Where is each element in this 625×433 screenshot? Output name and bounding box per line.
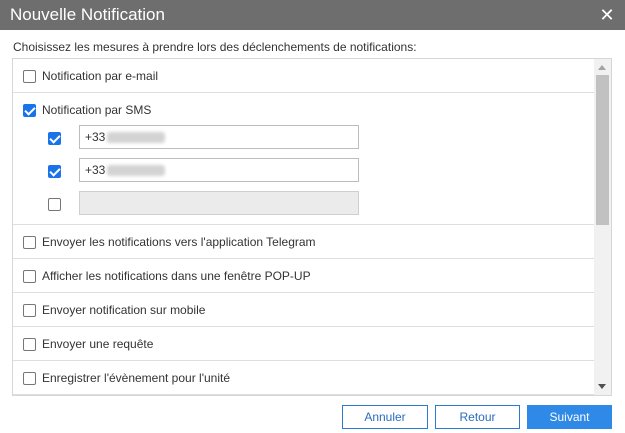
telegram-checkbox[interactable] <box>23 236 36 249</box>
vertical-scrollbar[interactable] <box>594 59 611 395</box>
phone-field-empty[interactable] <box>79 191 359 215</box>
sms-checkbox[interactable] <box>23 104 36 117</box>
mobile-checkbox[interactable] <box>23 304 36 317</box>
email-checkbox[interactable] <box>23 70 36 83</box>
scrollbar-thumb[interactable] <box>596 75 609 225</box>
options-list: Notification par e-mail Notification par… <box>13 59 595 395</box>
cancel-button[interactable]: Annuler <box>342 405 428 429</box>
request-checkbox[interactable] <box>23 338 36 351</box>
back-button[interactable]: Retour <box>435 405 520 429</box>
next-button[interactable]: Suivant <box>527 405 612 429</box>
option-mobile[interactable]: Envoyer notification sur mobile <box>13 293 595 327</box>
redacted-number <box>107 132 166 144</box>
phone-field[interactable]: +33 <box>79 125 359 149</box>
phone-field[interactable]: +33 <box>79 158 359 182</box>
scroll-down-arrow-icon[interactable] <box>598 384 606 389</box>
phone-checkbox[interactable] <box>48 132 61 145</box>
event-label: Enregistrer l'évènement pour l'unité <box>42 371 231 385</box>
option-telegram[interactable]: Envoyer les notifications vers l'applica… <box>13 225 595 259</box>
phone-value: +33 <box>85 130 106 144</box>
phone-value: +33 <box>85 163 106 177</box>
intro-text: Choisissez les mesures à prendre lors de… <box>13 40 417 54</box>
redacted-number <box>107 165 166 177</box>
sms-phone-row: +33 <box>13 125 595 151</box>
close-icon[interactable]: ✕ <box>597 5 617 25</box>
option-request[interactable]: Envoyer une requête <box>13 327 595 361</box>
option-sms[interactable]: Notification par SMS +33 +33 <box>13 93 595 225</box>
option-event[interactable]: Enregistrer l'évènement pour l'unité <box>13 361 595 395</box>
scroll-up-arrow-icon[interactable] <box>598 65 606 70</box>
option-popup[interactable]: Afficher les notifications dans une fenê… <box>13 259 595 293</box>
dialog-titlebar: Nouvelle Notification ✕ <box>0 0 625 30</box>
request-label: Envoyer une requête <box>42 337 154 351</box>
option-email[interactable]: Notification par e-mail <box>13 59 595 93</box>
phone-checkbox[interactable] <box>48 165 61 178</box>
email-label: Notification par e-mail <box>42 69 159 83</box>
dialog-title: Nouvelle Notification <box>10 5 165 24</box>
sms-phone-row <box>13 191 595 217</box>
telegram-label: Envoyer les notifications vers l'applica… <box>42 235 316 249</box>
notification-options-panel: Notification par e-mail Notification par… <box>12 58 612 396</box>
sms-label: Notification par SMS <box>42 103 152 117</box>
popup-checkbox[interactable] <box>23 270 36 283</box>
phone-checkbox[interactable] <box>48 198 61 211</box>
popup-label: Afficher les notifications dans une fenê… <box>42 269 311 283</box>
sms-phone-row: +33 <box>13 158 595 184</box>
event-checkbox[interactable] <box>23 372 36 385</box>
mobile-label: Envoyer notification sur mobile <box>42 303 206 317</box>
